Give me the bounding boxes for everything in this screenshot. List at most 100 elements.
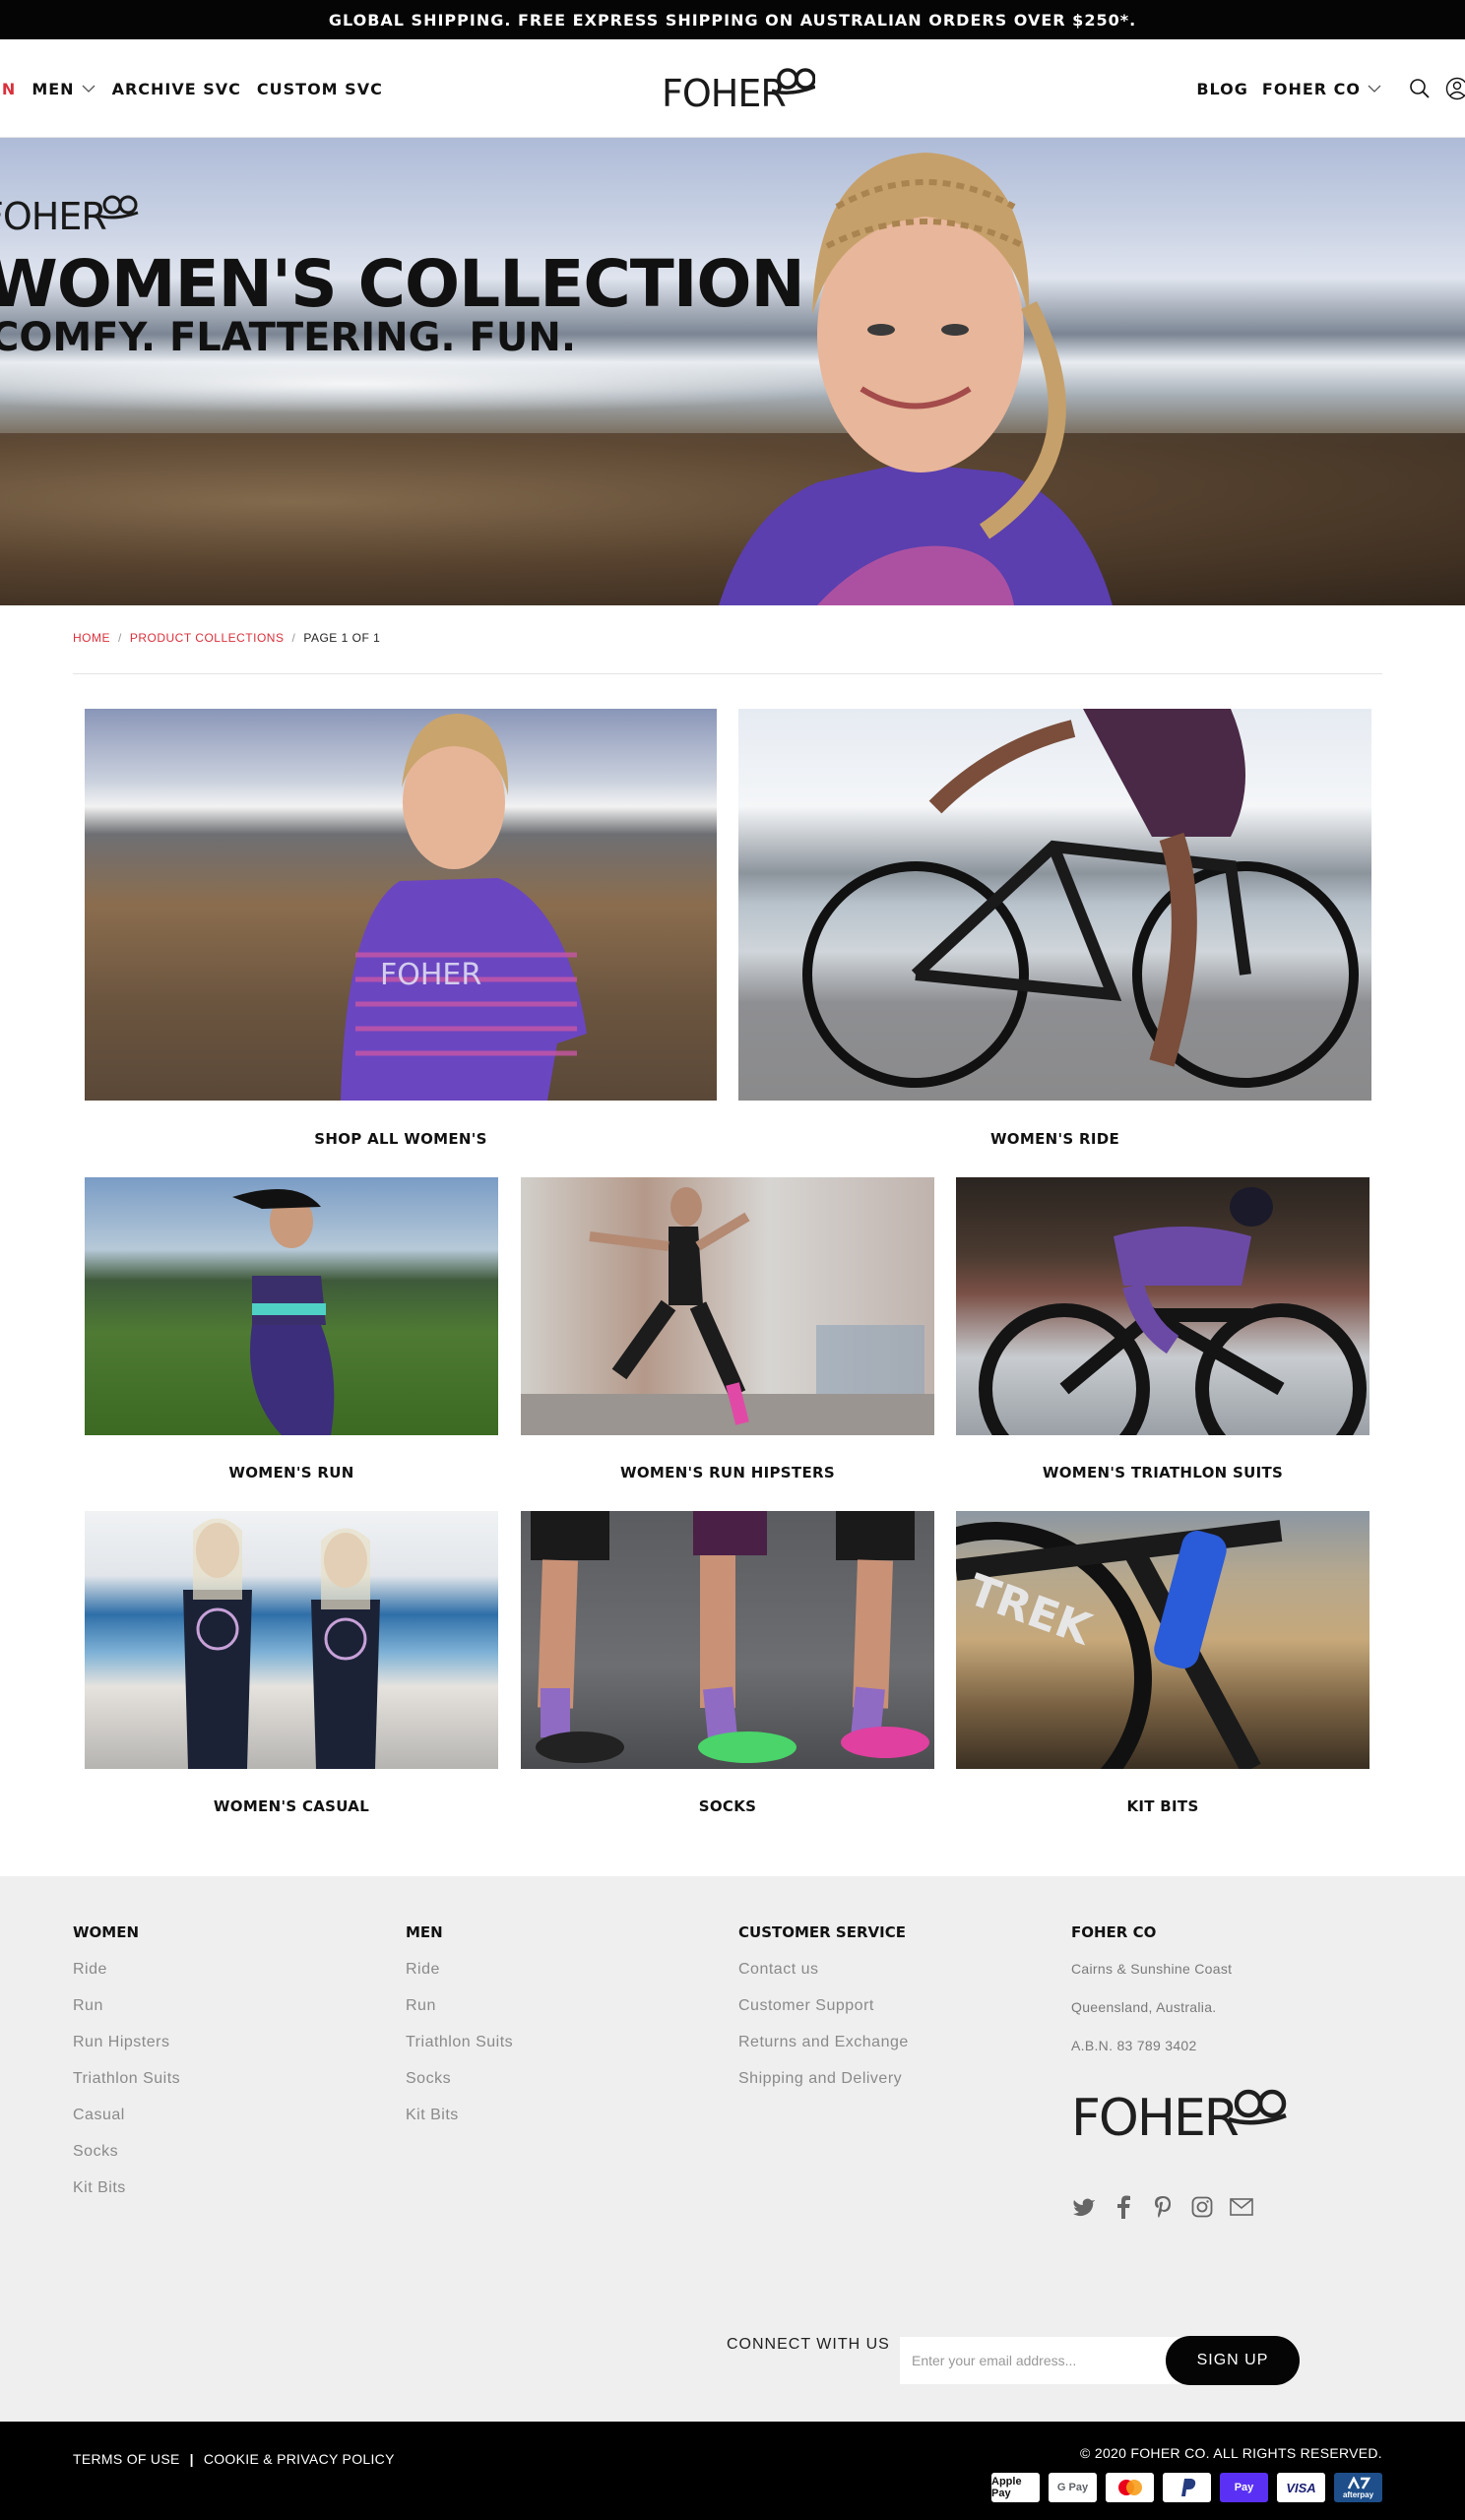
collection-tile-womens-ride[interactable] [738, 709, 1371, 1101]
hero-title: WOMEN'S COLLECTION [0, 246, 805, 322]
hero-subtitle: COMFY. FLATTERING. FUN. [0, 315, 577, 360]
site-header: EN MEN ARCHIVE SVC CUSTOM SVC FOHER BLOG… [0, 39, 1465, 138]
breadcrumb-product-collections[interactable]: PRODUCT COLLECTIONS [130, 631, 285, 645]
collection-tile-womens-run[interactable] [85, 1177, 498, 1435]
nav-item-men[interactable]: MEN [32, 80, 96, 98]
svg-text:FOHER: FOHER [0, 195, 106, 238]
collection-label[interactable]: SOCKS [521, 1797, 934, 1815]
mastercard-icon [1106, 2473, 1154, 2502]
svg-text:FOHER: FOHER [662, 72, 786, 115]
collection-tile-kit-bits[interactable]: TREK [956, 1511, 1369, 1769]
breadcrumb-home[interactable]: HOME [73, 631, 110, 645]
nav-item-custom-svc[interactable]: CUSTOM SVC [257, 80, 383, 98]
footer-link[interactable]: Ride [406, 1961, 513, 1997]
nav-item-blog[interactable]: BLOG [1196, 80, 1248, 98]
svg-text:FOHER: FOHER [1071, 2089, 1239, 2148]
collection-tile-socks[interactable] [521, 1511, 934, 1769]
connect-label: CONNECT WITH US [727, 2336, 890, 2353]
collection-tile-womens-run-hipsters[interactable] [521, 1177, 934, 1435]
search-icon[interactable] [1406, 75, 1433, 102]
footer-link[interactable]: Ride [73, 1961, 180, 1997]
nav-item-archive-svc[interactable]: ARCHIVE SVC [112, 80, 241, 98]
footer-column-customer-service: CUSTOMER SERVICE Contact us Customer Sup… [738, 1923, 909, 2107]
svg-text:TREK: TREK [962, 1565, 1100, 1656]
footer-link[interactable]: Contact us [738, 1961, 909, 1997]
nav-item-foher-co[interactable]: FOHER CO [1262, 80, 1382, 98]
nav-item-women[interactable]: EN [0, 80, 16, 98]
privacy-link[interactable]: COOKIE & PRIVACY POLICY [204, 2451, 395, 2467]
legal-divider: | [189, 2451, 194, 2467]
womens-triathlon-suits-image [979, 1187, 1367, 1435]
collection-label[interactable]: WOMEN'S RUN [85, 1464, 498, 1481]
twitter-icon[interactable] [1071, 2194, 1097, 2220]
breadcrumb-separator: / [118, 631, 122, 645]
breadcrumb-current: PAGE 1 OF 1 [303, 631, 381, 645]
womens-casual-image [183, 1518, 380, 1769]
svg-text:FOHER: FOHER [380, 958, 481, 992]
breadcrumb-separator: / [291, 631, 296, 645]
announcement-text: GLOBAL SHIPPING. FREE EXPRESS SHIPPING O… [328, 10, 1137, 30]
footer-link[interactable]: Shipping and Delivery [738, 2070, 909, 2107]
afterpay-icon: afterpay [1334, 2473, 1382, 2502]
footer-heading: CUSTOMER SERVICE [738, 1923, 906, 1941]
footer-heading: FOHER CO [1071, 1923, 1157, 1941]
instagram-icon[interactable] [1189, 2194, 1215, 2220]
footer-column-women: WOMEN Ride Run Run Hipsters Triathlon Su… [73, 1923, 180, 2216]
footer-link[interactable]: Kit Bits [73, 2179, 180, 2216]
womens-ride-image [802, 709, 1359, 1088]
footer-link[interactable]: Returns and Exchange [738, 2034, 909, 2070]
facebook-icon[interactable] [1111, 2194, 1136, 2220]
collection-label[interactable]: WOMEN'S RIDE [738, 1130, 1371, 1148]
hero-brand-logo: FOHER [0, 195, 139, 238]
main-nav-left: EN MEN ARCHIVE SVC CUSTOM SVC [0, 39, 399, 138]
announcement-bar: GLOBAL SHIPPING. FREE EXPRESS SHIPPING O… [0, 0, 1465, 39]
womens-run-image [232, 1189, 335, 1435]
chevron-down-icon [1368, 85, 1381, 93]
collection-label[interactable]: SHOP ALL WOMEN'S [85, 1130, 717, 1148]
visa-icon: VISA [1277, 2473, 1325, 2502]
footer-heading: MEN [406, 1923, 443, 1941]
company-address: Queensland, Australia. [1071, 1999, 1217, 2015]
footer-link[interactable]: Socks [73, 2143, 180, 2179]
footer-link[interactable]: Triathlon Suits [73, 2070, 180, 2107]
foher-co-logo[interactable]: FOHER [662, 57, 815, 120]
chevron-down-icon [82, 85, 96, 93]
sign-up-button[interactable]: SIGN UP [1166, 2336, 1300, 2385]
footer-column-foher-co: FOHER CO Cairns & Sunshine Coast Queensl… [1071, 1923, 1288, 2220]
footer-link[interactable]: Socks [406, 2070, 513, 2107]
footer-link[interactable]: Triathlon Suits [406, 2034, 513, 2070]
socks-image [531, 1511, 929, 1763]
footer-column-men: MEN Ride Run Triathlon Suits Socks Kit B… [406, 1923, 513, 2143]
collection-label[interactable]: WOMEN'S TRIATHLON SUITS [956, 1464, 1369, 1481]
collection-tile-womens-casual[interactable] [85, 1511, 498, 1769]
footer-link[interactable]: Run [406, 1997, 513, 2034]
google-pay-icon: G Pay [1049, 2473, 1097, 2502]
pinterest-icon[interactable] [1150, 2194, 1176, 2220]
terms-link[interactable]: TERMS OF USE [73, 2451, 180, 2467]
collection-label[interactable]: WOMEN'S CASUAL [85, 1797, 498, 1815]
mail-icon[interactable] [1229, 2194, 1254, 2220]
divider [73, 673, 1382, 674]
email-input[interactable]: Enter your email address... [900, 2337, 1185, 2384]
paypal-icon [1163, 2473, 1211, 2502]
main-nav-right: BLOG FOHER CO [1196, 39, 1465, 138]
footer-link[interactable]: Run [73, 1997, 180, 2034]
company-address: Cairns & Sunshine Coast [1071, 1961, 1233, 1977]
kit-bits-image: TREK [956, 1520, 1283, 1769]
footer-link[interactable]: Run Hipsters [73, 2034, 180, 2070]
footer-link[interactable]: Customer Support [738, 1997, 909, 2034]
footer-link[interactable]: Casual [73, 2107, 180, 2143]
collection-label[interactable]: KIT BITS [956, 1797, 1369, 1815]
womens-run-hipsters-image [521, 1187, 934, 1435]
bottom-bar: TERMS OF USE | COOKIE & PRIVACY POLICY ©… [0, 2422, 1465, 2520]
collection-tile-womens-triathlon-suits[interactable] [956, 1177, 1369, 1435]
account-icon[interactable] [1443, 75, 1465, 102]
footer-foher-co-logo: FOHER [1071, 2089, 1287, 2148]
shop-all-womens-image: FOHER [341, 714, 587, 1101]
footer-link[interactable]: Kit Bits [406, 2107, 513, 2143]
apple-pay-icon: Apple Pay [991, 2473, 1040, 2502]
hero-model-image [719, 153, 1113, 605]
footer-heading: WOMEN [73, 1923, 140, 1941]
collection-label[interactable]: WOMEN'S RUN HIPSTERS [521, 1464, 934, 1481]
collection-tile-shop-all-womens[interactable]: FOHER [85, 709, 717, 1101]
